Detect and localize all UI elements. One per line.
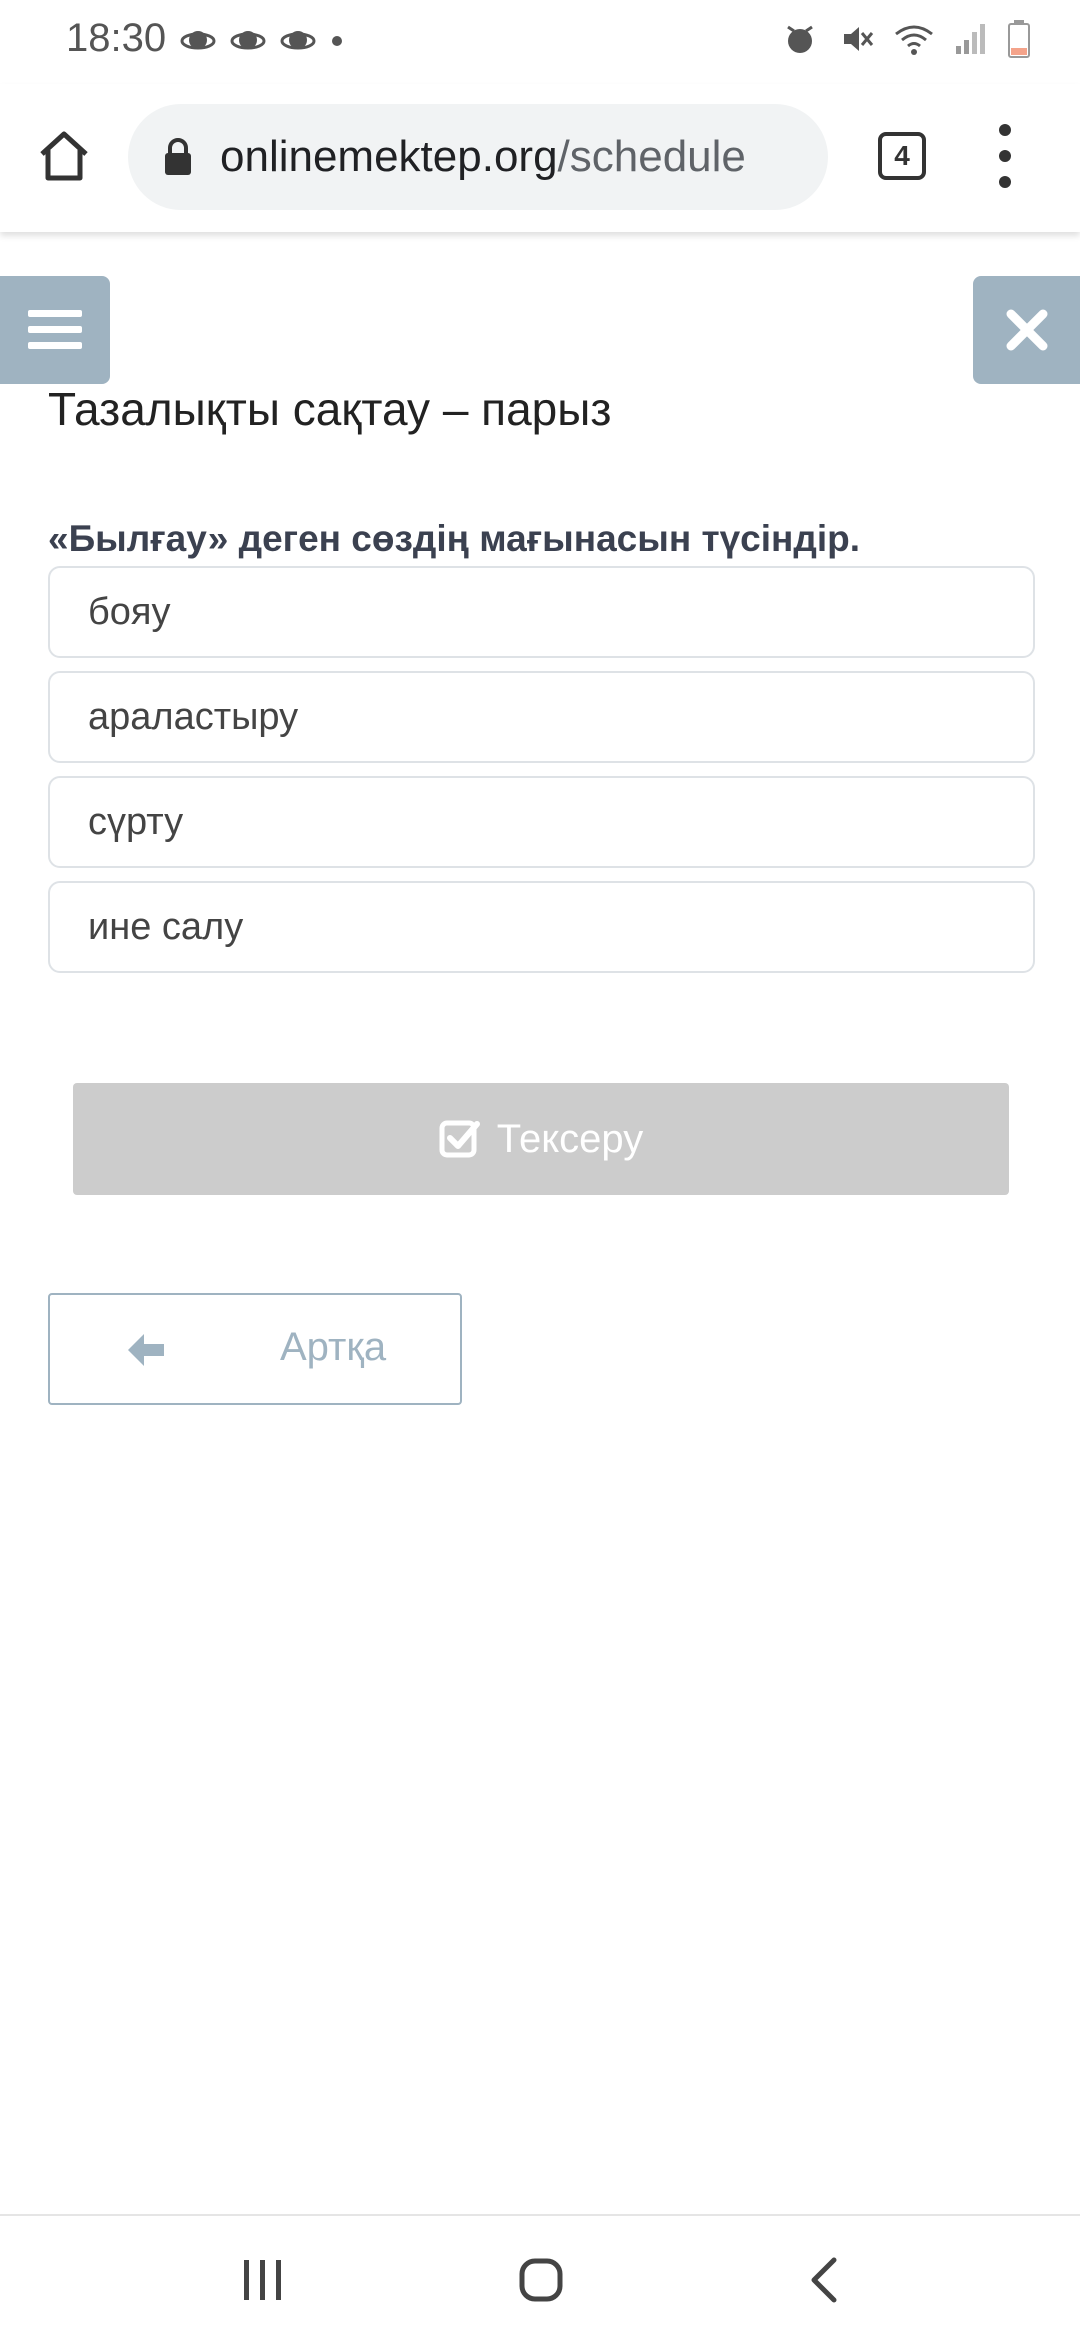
home-icon xyxy=(40,131,88,181)
lesson-title: Тазалықты сақтау – парыз xyxy=(48,383,612,435)
signal-icon xyxy=(956,24,985,54)
saturn-icon xyxy=(230,31,266,50)
back-nav-icon[interactable] xyxy=(806,2254,842,2306)
answer-options: бояу араластыру сүрту ине салу xyxy=(48,566,1035,986)
address-bar[interactable]: onlinemektep.org/schedule xyxy=(128,104,828,210)
question-text: «Былғау» деген сөздің мағынасын түсіндір… xyxy=(48,518,861,559)
saturn-icon xyxy=(180,31,216,50)
close-icon xyxy=(1006,309,1047,351)
home-nav-icon[interactable] xyxy=(518,2254,564,2306)
answer-option[interactable]: сүрту xyxy=(48,776,1035,868)
checkbox-icon xyxy=(439,1120,480,1158)
url-path: /schedule xyxy=(557,132,746,181)
notification-icons xyxy=(180,26,344,56)
arrow-left-icon xyxy=(128,1334,164,1366)
back-button[interactable]: Артқа xyxy=(48,1293,462,1405)
url-domain: onlinemektep.org xyxy=(220,132,558,181)
lock-icon xyxy=(165,138,191,175)
status-time: 18:30 xyxy=(66,16,167,60)
answer-option[interactable]: ине салу xyxy=(48,881,1035,973)
mute-icon xyxy=(844,27,874,51)
url-text: onlinemektep.org/schedule xyxy=(220,132,746,182)
system-status-icons xyxy=(782,20,1030,58)
menu-dot xyxy=(999,176,1011,188)
home-button[interactable] xyxy=(34,126,94,186)
answer-option[interactable]: бояу xyxy=(48,566,1035,658)
alarm-icon xyxy=(787,25,813,53)
side-menu-button[interactable] xyxy=(0,276,110,384)
battery-icon xyxy=(1008,20,1030,58)
saturn-icon xyxy=(280,31,316,50)
check-button-label: Тексеру xyxy=(496,1116,644,1161)
wifi-icon xyxy=(895,25,933,55)
dot-icon xyxy=(332,36,342,46)
tab-switcher-button[interactable]: 4 xyxy=(878,132,926,180)
back-button-label: Артқа xyxy=(280,1325,387,1369)
status-bar: 18:30 xyxy=(0,0,1080,84)
browser-toolbar: onlinemektep.org/schedule 4 xyxy=(0,84,1080,232)
close-button[interactable] xyxy=(973,276,1080,384)
hamburger-icon xyxy=(28,310,82,349)
menu-dot xyxy=(999,124,1011,136)
browser-menu-button[interactable] xyxy=(990,124,1020,188)
recent-apps-icon[interactable] xyxy=(240,2254,286,2306)
answer-option[interactable]: араластыру xyxy=(48,671,1035,763)
menu-dot xyxy=(999,150,1011,162)
system-navigation-bar xyxy=(0,2214,1080,2340)
check-button[interactable]: Тексеру xyxy=(73,1083,1009,1195)
